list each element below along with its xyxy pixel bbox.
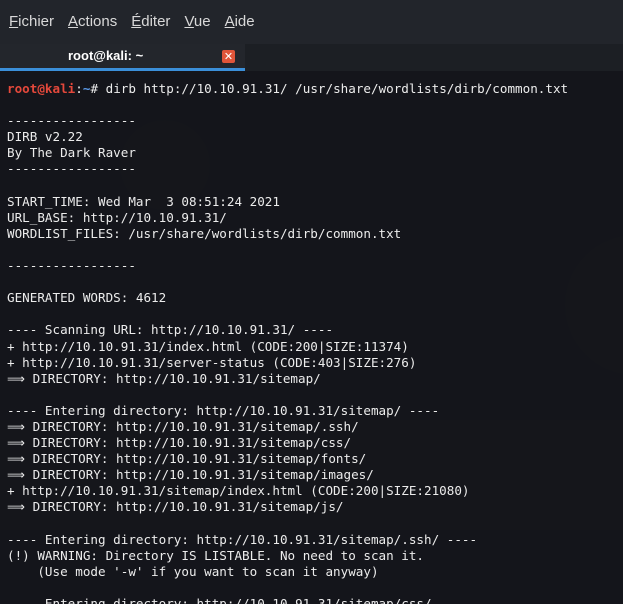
output-line: + http://10.10.91.31/index.html (CODE:20… bbox=[7, 338, 409, 354]
output-line: ---- Entering directory: http://10.10.91… bbox=[7, 402, 440, 418]
menu-editer[interactable]: Éditer bbox=[124, 0, 177, 44]
output-line: DIRB v2.22 bbox=[7, 129, 83, 145]
output-line: ⟹ DIRECTORY: http://10.10.91.31/sitemap/… bbox=[7, 451, 367, 467]
prompt-user: root@kali bbox=[7, 81, 76, 96]
close-icon[interactable]: ✕ bbox=[222, 50, 235, 63]
output-line: ⟹ DIRECTORY: http://10.10.91.31/sitemap/… bbox=[7, 499, 344, 515]
menu-vue[interactable]: Vue bbox=[177, 0, 217, 44]
tab-bar: root@kali: ~ ✕ bbox=[0, 44, 623, 71]
output-line: START_TIME: Wed Mar 3 08:51:24 2021 bbox=[7, 193, 280, 209]
tab-title: root@kali: ~ bbox=[68, 48, 144, 63]
output-line: + http://10.10.91.31/sitemap/index.html … bbox=[7, 483, 470, 499]
output-line: ---- Entering directory: http://10.10.91… bbox=[7, 596, 470, 604]
output-line: ----------------- bbox=[7, 113, 136, 129]
output-line: ⟹ DIRECTORY: http://10.10.91.31/sitemap/ bbox=[7, 370, 321, 386]
menu-bar: Fichier Actions Éditer Vue Aide bbox=[0, 0, 623, 44]
menu-aide[interactable]: Aide bbox=[218, 0, 262, 44]
prompt-separator: : bbox=[75, 81, 83, 96]
output-line: By The Dark Raver bbox=[7, 145, 136, 161]
output-line: WORDLIST_FILES: /usr/share/wordlists/dir… bbox=[7, 225, 402, 241]
output-line: + http://10.10.91.31/server-status (CODE… bbox=[7, 354, 417, 370]
terminal-output[interactable]: root@kali:~# dirb http://10.10.91.31/ /u… bbox=[0, 71, 623, 604]
output-lines: ----------------- DIRB v2.22 By The Dark… bbox=[7, 113, 477, 604]
output-line: ----------------- bbox=[7, 161, 136, 177]
output-line: (Use mode '-w' if you want to scan it an… bbox=[7, 563, 379, 579]
output-line: ⟹ DIRECTORY: http://10.10.91.31/sitemap/… bbox=[7, 418, 359, 434]
output-line: GENERATED WORDS: 4612 bbox=[7, 290, 167, 306]
output-line: (!) WARNING: Directory IS LISTABLE. No n… bbox=[7, 547, 425, 563]
terminal-text: root@kali:~# dirb http://10.10.91.31/ /u… bbox=[0, 71, 623, 604]
output-line: ⟹ DIRECTORY: http://10.10.91.31/sitemap/… bbox=[7, 467, 374, 483]
output-line: URL_BASE: http://10.10.91.31/ bbox=[7, 209, 227, 225]
output-line: ---- Scanning URL: http://10.10.91.31/ -… bbox=[7, 322, 334, 338]
menu-actions[interactable]: Actions bbox=[61, 0, 124, 44]
terminal-window: Fichier Actions Éditer Vue Aide root@kal… bbox=[0, 0, 623, 604]
output-line: ⟹ DIRECTORY: http://10.10.91.31/sitemap/… bbox=[7, 435, 352, 451]
menu-fichier[interactable]: Fichier bbox=[2, 0, 61, 44]
output-line: ----------------- bbox=[7, 258, 136, 274]
output-line: ---- Entering directory: http://10.10.91… bbox=[7, 531, 478, 547]
tab-root-kali[interactable]: root@kali: ~ ✕ bbox=[0, 44, 245, 71]
command-text: dirb http://10.10.91.31/ /usr/share/word… bbox=[105, 81, 569, 96]
prompt-symbol: # bbox=[90, 81, 106, 96]
